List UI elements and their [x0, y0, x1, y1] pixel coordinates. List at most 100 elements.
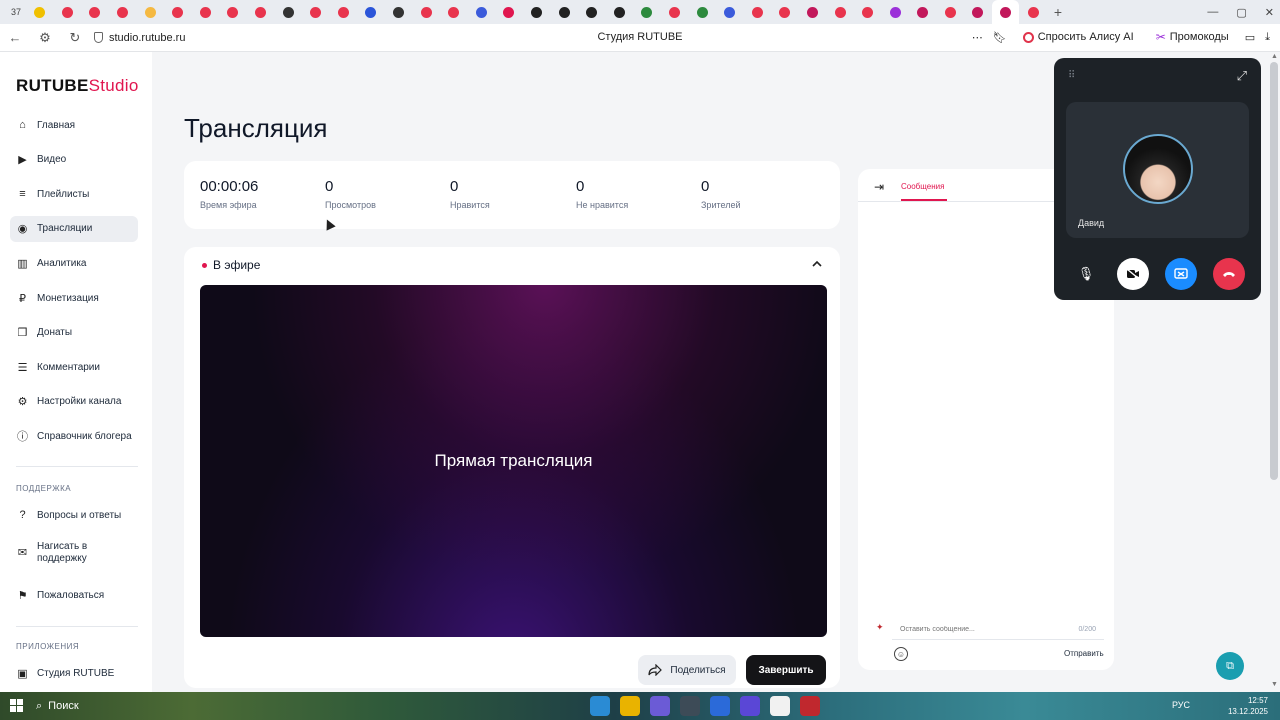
browser-tab[interactable] [302, 0, 330, 24]
live-player[interactable]: Прямая трансляция [200, 285, 827, 637]
telegram-icon[interactable] [590, 696, 610, 716]
browser-tab[interactable] [771, 0, 799, 24]
browser-tab[interactable] [136, 0, 164, 24]
sidebar-item-playlist[interactable]: ≡ Плейлисты [10, 181, 138, 207]
sidebar-item-info[interactable]: ⓘ Справочник блогера [10, 423, 138, 449]
browser-tab[interactable] [385, 0, 413, 24]
taskbar-search[interactable]: ⌕ Поиск [36, 696, 176, 716]
help-chat-icon[interactable]: ⧉ [1216, 652, 1244, 680]
mic-icon[interactable]: 🎙︎ [1070, 258, 1102, 290]
sidebar-item-broadcast[interactable]: ◉ Трансляции [10, 215, 138, 242]
chrome-icon[interactable] [620, 696, 640, 716]
app-icon[interactable] [710, 696, 730, 716]
browser-tab[interactable] [743, 0, 771, 24]
browser-tab[interactable] [1019, 0, 1047, 24]
expand-icon[interactable]: ⤢ [1237, 68, 1247, 84]
drag-handle-icon[interactable]: ⠿ [1068, 70, 1075, 81]
chevron-up-icon[interactable] [812, 259, 822, 269]
sidebar-item-app[interactable]: ▣ Студия RUTUBE [10, 660, 138, 686]
browser-tab[interactable] [164, 0, 192, 24]
rutube-studio-logo[interactable]: RUTUBEStudio [16, 76, 139, 96]
browser-tab[interactable] [54, 0, 82, 24]
browser-tab[interactable] [991, 0, 1020, 24]
collections-icon[interactable]: ▭ [1245, 31, 1255, 44]
browser-tab[interactable] [937, 0, 965, 24]
windows-start-icon[interactable] [10, 699, 23, 712]
browser-tab[interactable] [247, 0, 275, 24]
browser-tab[interactable] [330, 0, 358, 24]
send-button[interactable]: Отправить [1064, 649, 1104, 658]
yandex-browser-icon[interactable] [770, 696, 790, 716]
page-scrollbar[interactable] [1270, 62, 1278, 480]
browser-tab[interactable] [81, 0, 109, 24]
browser-tab[interactable] [495, 0, 523, 24]
browser-tab[interactable] [605, 0, 633, 24]
sidebar-item-home[interactable]: ⌂ Главная [10, 112, 138, 138]
minimize-icon[interactable]: — [1207, 6, 1218, 18]
back-icon[interactable]: ← [0, 30, 30, 45]
collapse-chat-icon[interactable]: ⇥ [874, 180, 884, 194]
browser-tab[interactable] [716, 0, 744, 24]
share-button[interactable]: Поделиться [638, 655, 736, 685]
browser-tab[interactable] [412, 0, 440, 24]
download-icon[interactable]: ⤓ [1265, 31, 1270, 44]
tab-count[interactable]: 37 [6, 7, 26, 17]
ask-alice-button[interactable]: Спросить Алису AI [1017, 29, 1140, 45]
browser-tab[interactable] [274, 0, 302, 24]
browser-tab[interactable] [550, 0, 578, 24]
sidebar-item-settings[interactable]: ⚙ Настройки канала [10, 389, 138, 415]
browser-tab[interactable] [357, 0, 385, 24]
browser-tab[interactable] [26, 0, 54, 24]
app-icon[interactable] [650, 696, 670, 716]
screen-share-icon[interactable] [1165, 258, 1197, 290]
end-stream-button[interactable]: Завершить [746, 655, 826, 685]
url-field[interactable]: studio.rutube.ru [94, 32, 294, 44]
extensions-icon[interactable]: ⚙ [30, 30, 60, 46]
browser-tab[interactable] [440, 0, 468, 24]
browser-tab[interactable] [633, 0, 661, 24]
tab-messages[interactable]: Сообщения [901, 182, 944, 191]
browser-tab[interactable] [909, 0, 937, 24]
sidebar-item-monetization[interactable]: ₽ Монетизация [10, 285, 138, 311]
discord-icon[interactable] [740, 696, 760, 716]
scroll-down-icon[interactable]: ▼ [1271, 681, 1278, 688]
sidebar-item-help[interactable]: ? Вопросы и ответы [10, 502, 138, 528]
browser-tab[interactable] [826, 0, 854, 24]
sidebar-item-donate[interactable]: ❒ Донаты [10, 320, 138, 346]
maximize-icon[interactable]: ▢ [1236, 6, 1246, 19]
browser-tab[interactable] [854, 0, 882, 24]
chat-message-input[interactable] [900, 626, 1050, 633]
camera-off-icon[interactable] [1117, 258, 1149, 290]
hang-up-icon[interactable] [1213, 258, 1245, 290]
bookmark-icon[interactable]: 🔖︎ [993, 31, 1007, 44]
browser-tab[interactable] [688, 0, 716, 24]
browser-tab[interactable] [661, 0, 689, 24]
browser-tab[interactable] [219, 0, 247, 24]
browser-tab[interactable] [109, 0, 137, 24]
tab-favicon-icon [89, 6, 101, 18]
browser-tab[interactable] [578, 0, 606, 24]
keyboard-language[interactable]: РУС [1172, 700, 1190, 710]
browser-tab[interactable] [523, 0, 551, 24]
taskbar-clock[interactable]: 12:57 13.12.2025 [1228, 695, 1268, 717]
sidebar-item-comments[interactable]: ☰ Комментарии [10, 354, 138, 380]
new-tab-button[interactable]: + [1047, 4, 1069, 20]
sidebar-item-video[interactable]: ▶ Видео [10, 147, 138, 173]
browser-tab[interactable] [964, 0, 992, 24]
app-icon[interactable] [680, 696, 700, 716]
more-icon[interactable]: ⋯ [972, 31, 983, 44]
sidebar-item-label: Донаты [37, 327, 73, 339]
browser-tab[interactable] [192, 0, 220, 24]
promo-button[interactable]: ✂ Промокоды [1150, 28, 1235, 46]
reload-icon[interactable]: ↻ [60, 30, 90, 46]
close-icon[interactable]: ✕ [1265, 6, 1274, 19]
scroll-up-icon[interactable]: ▲ [1271, 53, 1278, 60]
sidebar-item-flag[interactable]: ⚑ Пожаловаться [10, 583, 138, 609]
browser-tab[interactable] [799, 0, 827, 24]
sidebar-item-analytics[interactable]: ▥ Аналитика [10, 250, 138, 276]
emoji-icon[interactable]: ☺ [894, 647, 908, 661]
browser-tab[interactable] [881, 0, 909, 24]
sidebar-item-mail[interactable]: ✉ Нагисать в поддержку [10, 537, 138, 569]
browser-tab[interactable] [468, 0, 496, 24]
app-icon[interactable] [800, 696, 820, 716]
